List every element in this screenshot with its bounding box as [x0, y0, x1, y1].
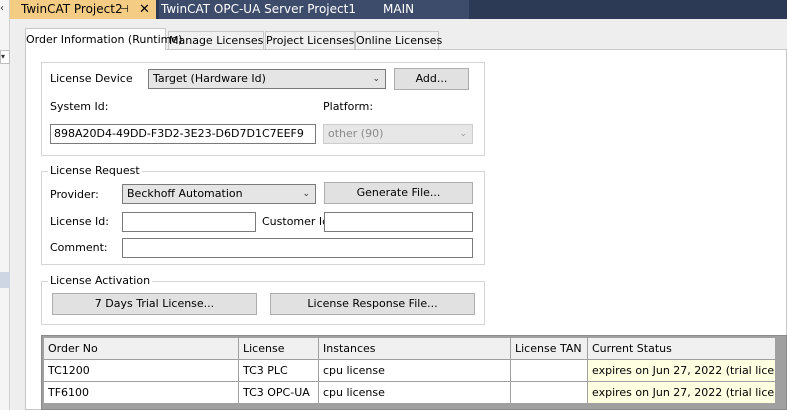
tab-twincat-project2[interactable]: TwinCAT Project2 ⊣ ✕: [10, 0, 156, 19]
tab-sublabel-main: MAIN: [383, 2, 415, 16]
cell-license-tan: [511, 360, 588, 382]
add-button[interactable]: Add...: [394, 68, 469, 90]
license-id-field[interactable]: [122, 212, 256, 232]
left-tool-strip: ‹ ▾: [0, 0, 10, 410]
license-request-group: License Request Provider: Beckhoff Autom…: [41, 164, 485, 265]
platform-value: other (90): [328, 127, 384, 140]
cell-order-no: TF6100: [44, 382, 239, 404]
tab-opcua-server-project1[interactable]: TwinCAT OPC-UA Server Project1 MAIN: [159, 0, 469, 19]
provider-label: Provider:: [50, 188, 99, 201]
tab-order-information[interactable]: Order Information (Runtime): [25, 28, 182, 50]
column-header-order-no[interactable]: Order No: [44, 338, 239, 360]
column-header-instances[interactable]: Instances: [319, 338, 511, 360]
close-icon[interactable]: ✕: [139, 0, 150, 19]
column-header-license-tan[interactable]: License TAN: [511, 338, 588, 360]
customer-id-field[interactable]: [324, 212, 473, 232]
license-editor: Order Information (Runtime) Manage Licen…: [12, 19, 787, 410]
comment-label: Comment:: [50, 241, 108, 254]
tab-label: TwinCAT OPC-UA Server Project1: [161, 2, 356, 16]
tab-manage-licenses[interactable]: Manage Licenses: [168, 31, 264, 49]
chevron-down-icon: ⌄: [372, 74, 380, 84]
left-arrow-icon[interactable]: ‹: [0, 3, 10, 16]
license-device-value: Target (Hardware Id): [153, 72, 266, 85]
tab-online-licenses[interactable]: Online Licenses: [355, 31, 442, 49]
chevron-down-icon: ⌄: [459, 129, 467, 139]
cell-current-status: expires on Jun 27, 2022 (trial lice...: [588, 382, 776, 404]
platform-select: other (90) ⌄: [323, 124, 473, 144]
customer-id-label: Customer Id:: [262, 215, 333, 228]
license-activation-title: License Activation: [48, 274, 153, 287]
provider-select[interactable]: Beckhoff Automation ⌄: [122, 184, 316, 204]
document-tab-bar: TwinCAT Project2 ⊣ ✕ TwinCAT OPC-UA Serv…: [10, 0, 787, 19]
platform-label: Platform:: [323, 100, 374, 113]
license-table: Order No License Instances License TAN C…: [41, 335, 787, 410]
license-device-select[interactable]: Target (Hardware Id) ⌄: [148, 69, 386, 89]
tab-project-licenses[interactable]: Project Licenses: [265, 31, 355, 49]
license-request-title: License Request: [48, 164, 142, 177]
tab-label: TwinCAT Project2: [21, 2, 123, 16]
cell-order-no: TC1200: [44, 360, 239, 382]
cell-instances: cpu license: [319, 382, 511, 404]
pin-icon[interactable]: ⊣: [120, 0, 129, 19]
generate-file-button[interactable]: Generate File...: [324, 182, 473, 204]
cell-license: TC3 OPC-UA: [239, 382, 319, 404]
left-selected-item[interactable]: [0, 272, 10, 288]
cell-current-status: expires on Jun 27, 2022 (trial lice...: [588, 360, 776, 382]
license-response-file-button[interactable]: License Response File...: [270, 293, 475, 315]
license-activation-group: License Activation 7 Days Trial License.…: [41, 274, 485, 325]
system-id-field[interactable]: 898A20D4-49DD-F3D2-3E23-D6D7D1C7EEF9: [50, 124, 316, 144]
trial-license-button[interactable]: 7 Days Trial License...: [52, 293, 257, 315]
system-id-label: System Id:: [50, 100, 109, 113]
cell-instances: cpu license: [319, 360, 511, 382]
column-header-license[interactable]: License: [239, 338, 319, 360]
cell-license: TC3 PLC: [239, 360, 319, 382]
license-device-label: License Device: [50, 72, 133, 85]
left-dropdown-icon[interactable]: ▾: [0, 50, 10, 64]
license-device-group: License Device Target (Hardware Id) ⌄ Ad…: [41, 62, 485, 156]
cell-license-tan: [511, 382, 588, 404]
comment-field[interactable]: [122, 238, 473, 258]
chevron-down-icon: ⌄: [302, 189, 310, 199]
license-id-label: License Id:: [50, 215, 109, 228]
provider-value: Beckhoff Automation: [127, 187, 243, 200]
column-header-current-status[interactable]: Current Status: [588, 338, 776, 360]
